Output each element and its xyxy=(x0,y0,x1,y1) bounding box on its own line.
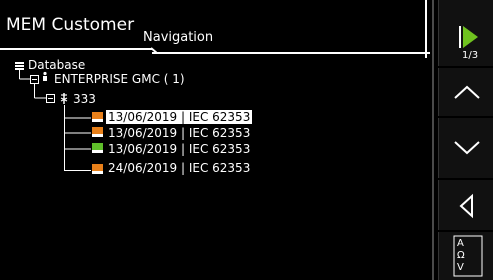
back-button[interactable] xyxy=(438,180,493,230)
tree-node-label: ENTERPRISE GMC ( 1) xyxy=(54,72,185,86)
tree-node-record[interactable]: 13/06/2019 | IEC 62353 xyxy=(108,126,250,141)
triangle-left-icon xyxy=(459,193,473,219)
tree-node-record[interactable]: 24/06/2019 | IEC 62353 xyxy=(108,161,250,176)
keyboard-button[interactable] xyxy=(438,232,493,280)
tree-node-label: Database xyxy=(28,58,86,72)
chevron-down-icon xyxy=(454,141,480,155)
record-status-icon xyxy=(92,164,103,174)
tree-node-label: 24/06/2019 | IEC 62353 xyxy=(108,161,251,175)
record-status-icon xyxy=(92,143,103,153)
tree-node-record[interactable]: 13/06/2019 | IEC 62353 xyxy=(108,142,250,157)
tree-node-label: 13/06/2019 | IEC 62353 xyxy=(106,110,253,124)
keyboard-letter: Ω xyxy=(457,250,465,261)
tree-node-customer[interactable]: ENTERPRISE GMC ( 1) xyxy=(54,72,185,87)
collapse-icon xyxy=(30,75,39,84)
keyboard-icon xyxy=(453,235,483,277)
header-rule-left xyxy=(0,48,152,50)
side-toolbar-rule xyxy=(432,0,434,280)
tree-node-label: 13/06/2019 | IEC 62353 xyxy=(108,126,251,140)
database-icon xyxy=(15,62,24,70)
person-icon xyxy=(43,71,47,81)
scroll-up-button[interactable] xyxy=(438,68,493,116)
record-status-icon xyxy=(92,127,103,137)
tree-node-record[interactable]: 13/06/2019 | IEC 62353 xyxy=(106,110,253,125)
tree-node-site[interactable]: 333 xyxy=(73,92,96,107)
page-indicator: 1/3 xyxy=(462,50,479,61)
site-icon xyxy=(60,93,68,104)
page-title: MEM Customer xyxy=(6,15,135,35)
navigation-tree: Database ENTERPRISE GMC ( 1) 333 13/06/2… xyxy=(0,56,430,280)
header-divider xyxy=(425,0,427,58)
header-rule-right xyxy=(152,52,430,54)
record-status-icon xyxy=(92,112,103,122)
tree-node-database[interactable]: Database xyxy=(28,58,85,73)
header: MEM Customer Navigation xyxy=(0,0,430,58)
page-subtitle: Navigation xyxy=(143,30,214,45)
tree-node-label: 333 xyxy=(73,92,96,106)
scroll-down-button[interactable] xyxy=(438,118,493,178)
keyboard-letter: A xyxy=(457,238,464,249)
collapse-icon xyxy=(46,94,55,103)
tree-node-label: 13/06/2019 | IEC 62353 xyxy=(108,142,251,156)
keyboard-letter: V xyxy=(457,262,464,273)
chevron-up-icon xyxy=(454,85,480,99)
